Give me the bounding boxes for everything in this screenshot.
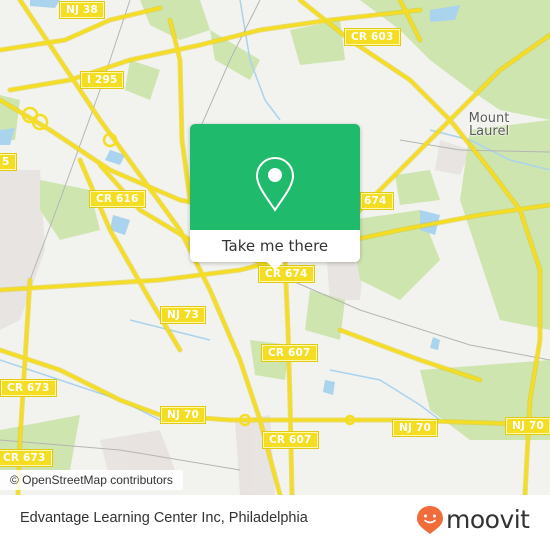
road-label-nj38: NJ 38 (59, 1, 105, 19)
road-label-nj70-west: NJ 70 (160, 406, 206, 424)
moovit-pin-icon (417, 506, 443, 534)
place-label-mount-laurel: Mount Laurel (444, 112, 534, 138)
road-label-edge: 5 (0, 153, 17, 171)
road-label-cr673-south: CR 673 (0, 449, 53, 467)
destination-popup: Take me there (190, 124, 360, 270)
road-label-674: 674 (360, 192, 394, 210)
popup-pointer (267, 262, 283, 270)
road-label-cr607-north: CR 607 (261, 344, 318, 362)
take-me-there-button[interactable]: Take me there (190, 230, 360, 262)
moovit-wordmark: moovit (446, 505, 530, 534)
moovit-logo[interactable]: moovit (416, 505, 530, 535)
road-label-nj73: NJ 73 (160, 306, 206, 324)
attribution-text[interactable]: © OpenStreetMap contributors (10, 473, 173, 487)
road-label-nj70-center: NJ 70 (392, 419, 438, 437)
road-label-nj70-east: NJ 70 (505, 417, 550, 435)
map-attribution[interactable]: © OpenStreetMap contributors (0, 470, 183, 490)
location-title: Edvantage Learning Center Inc, Philadelp… (20, 510, 308, 526)
footer-bar: Edvantage Learning Center Inc, Philadelp… (0, 495, 550, 550)
road-label-cr603: CR 603 (344, 28, 401, 46)
road-label-i295: I 295 (79, 71, 125, 89)
popup-header (190, 124, 360, 230)
road-label-cr616: CR 616 (89, 190, 146, 208)
map-view[interactable]: NJ 38 CR 603 I 295 CR 616 CR 674 674 NJ … (0, 0, 550, 495)
road-label-cr673-north: CR 673 (0, 379, 57, 397)
map-pin-icon (255, 156, 295, 212)
place-label-line2: Laurel (468, 124, 510, 139)
road-label-cr607-south: CR 607 (262, 431, 319, 449)
